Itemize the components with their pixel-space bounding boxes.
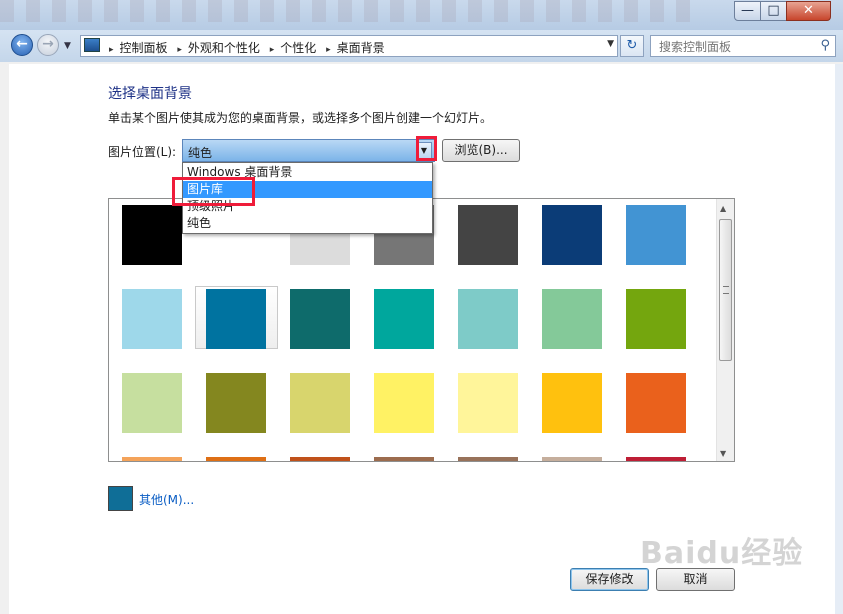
search-box[interactable]: ⚲ [650, 35, 836, 57]
breadcrumb-separator-icon[interactable]: ▸ [326, 45, 331, 55]
page-title: 选择桌面背景 [108, 86, 192, 102]
control-panel-icon [84, 38, 100, 52]
other-colors-link[interactable]: 其他(M)... [139, 491, 194, 508]
browse-button[interactable]: 浏览(B)... [442, 139, 520, 162]
window-border [835, 64, 843, 614]
color-swatch[interactable] [626, 205, 686, 265]
color-swatch[interactable] [122, 205, 182, 265]
color-swatch[interactable] [206, 373, 266, 433]
color-swatch[interactable] [542, 373, 602, 433]
page-description: 单击某个图片使其成为您的桌面背景，或选择多个图片创建一个幻灯片。 [108, 111, 493, 125]
background-color-grid: ▲ ▼ [108, 198, 735, 462]
color-swatch[interactable] [290, 457, 350, 461]
forward-button[interactable]: → [37, 34, 59, 56]
color-swatch[interactable] [458, 289, 518, 349]
title-bar: — □ ✕ [0, 0, 843, 30]
address-bar[interactable]: ▸ 控制面板 ▸ 外观和个性化 ▸ 个性化 ▸ 桌面背景 ▼ [80, 35, 618, 57]
annotation-highlight-option [172, 177, 255, 206]
color-swatch[interactable] [122, 457, 182, 461]
breadcrumb-appearance[interactable]: 外观和个性化 [188, 41, 260, 55]
breadcrumb-personalization[interactable]: 个性化 [280, 41, 316, 55]
search-icon[interactable]: ⚲ [820, 38, 830, 53]
close-button[interactable]: ✕ [786, 1, 831, 21]
back-button[interactable]: ← [11, 34, 33, 56]
breadcrumb: ▸ 控制面板 ▸ 外观和个性化 ▸ 个性化 ▸ 桌面背景 [103, 39, 385, 56]
color-swatch[interactable] [206, 457, 266, 461]
picture-location-select[interactable]: 纯色 ▼ [182, 139, 435, 162]
color-swatch[interactable] [542, 289, 602, 349]
scrollbar-thumb[interactable] [719, 219, 732, 361]
picture-location-value: 纯色 [188, 146, 213, 160]
scroll-down-icon[interactable]: ▼ [720, 449, 726, 458]
color-swatch[interactable] [374, 457, 434, 461]
scroll-up-icon[interactable]: ▲ [720, 204, 726, 213]
vertical-scrollbar[interactable]: ▲ ▼ [716, 199, 734, 461]
color-swatch[interactable] [626, 289, 686, 349]
picture-location-label: 图片位置(L): [108, 145, 177, 159]
color-swatch[interactable] [542, 457, 602, 461]
breadcrumb-separator-icon[interactable]: ▸ [177, 45, 182, 55]
custom-color-swatch[interactable] [108, 486, 133, 511]
color-swatch[interactable] [626, 457, 686, 461]
breadcrumb-desktop-background[interactable]: 桌面背景 [337, 41, 385, 55]
color-swatch[interactable] [206, 289, 266, 349]
color-swatch[interactable] [374, 373, 434, 433]
color-swatch[interactable] [458, 373, 518, 433]
color-swatch[interactable] [122, 373, 182, 433]
save-changes-button[interactable]: 保存修改 [570, 568, 649, 591]
annotation-highlight-arrow [416, 136, 437, 161]
breadcrumb-separator-icon[interactable]: ▸ [109, 45, 114, 55]
breadcrumb-control-panel[interactable]: 控制面板 [120, 41, 168, 55]
navigation-bar: ← → ▼ ▸ 控制面板 ▸ 外观和个性化 ▸ 个性化 ▸ 桌面背景 ▼ ↻ ⚲ [0, 30, 843, 62]
color-swatch[interactable] [122, 289, 182, 349]
recent-pages-dropdown-icon[interactable]: ▼ [64, 41, 71, 51]
address-dropdown-icon[interactable]: ▼ [607, 39, 614, 49]
color-swatch[interactable] [626, 373, 686, 433]
breadcrumb-separator-icon[interactable]: ▸ [270, 45, 275, 55]
minimize-button[interactable]: — [734, 1, 761, 21]
color-swatch[interactable] [458, 457, 518, 461]
watermark: Baidu经验 [640, 536, 804, 571]
maximize-button[interactable]: □ [760, 1, 787, 21]
color-swatch[interactable] [374, 289, 434, 349]
color-swatch[interactable] [542, 205, 602, 265]
color-swatch[interactable] [290, 289, 350, 349]
color-swatch[interactable] [458, 205, 518, 265]
refresh-button[interactable]: ↻ [620, 35, 644, 57]
title-bar-background [0, 0, 700, 22]
search-input[interactable] [657, 37, 811, 57]
dropdown-option-solid-colors[interactable]: 纯色 [183, 215, 432, 232]
color-swatch[interactable] [290, 373, 350, 433]
